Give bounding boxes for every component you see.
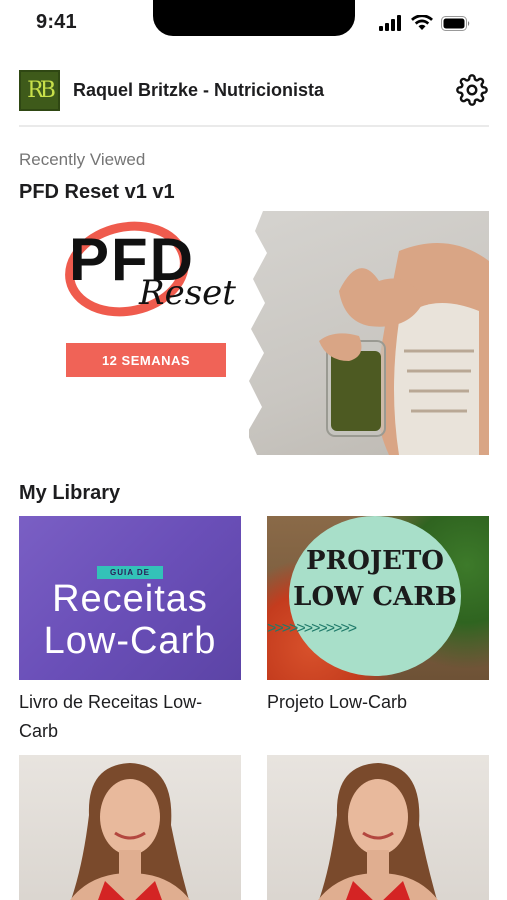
library-card[interactable]: PROJETO LOW CARB >>>>>>>>>>>> Projeto Lo… — [267, 516, 489, 717]
library-card-thumbnail — [267, 755, 489, 900]
logo-monogram: RB — [27, 77, 56, 103]
wifi-icon — [411, 15, 433, 30]
thumbnail-title-line: LOW CARB — [293, 582, 457, 612]
header-divider — [19, 125, 489, 127]
torn-paper-edge — [229, 211, 267, 455]
settings-button[interactable] — [455, 73, 489, 107]
battery-icon — [441, 15, 470, 31]
portrait-photo — [318, 763, 438, 900]
recent-item-banner[interactable]: PFD Reset 12 SEMANAS — [19, 211, 489, 455]
library-card[interactable] — [19, 755, 241, 900]
status-bar: 9:41 — [0, 0, 507, 48]
library-card-thumbnail: PROJETO LOW CARB >>>>>>>>>>>> — [267, 516, 489, 680]
recently-viewed-label: Recently Viewed — [19, 150, 146, 169]
library-card-title: Livro de Receitas Low-Carb — [19, 692, 203, 741]
library-card-thumbnail — [19, 755, 241, 900]
cellular-signal-icon — [379, 15, 401, 31]
library-card[interactable] — [267, 755, 489, 900]
library-title: My Library — [19, 482, 121, 504]
thumbnail-title-line: Receitas — [52, 578, 208, 620]
status-icons — [379, 15, 471, 31]
hero-badge: 12 SEMANAS — [66, 343, 226, 377]
portrait-photo — [70, 763, 190, 900]
arrows-decoration: >>>>>>>>>>>> — [267, 620, 357, 637]
library-card-title: Projeto Low-Carb — [267, 692, 408, 712]
library-card-thumbnail: GUIA DE Receitas Low-Carb — [19, 516, 241, 680]
page-title: Raquel Britzke - Nutricionista — [73, 79, 325, 100]
thumbnail-title-line: PROJETO — [306, 546, 444, 576]
library-card[interactable]: GUIA DE Receitas Low-Carb Livro de Recei… — [19, 516, 241, 746]
device-notch — [153, 0, 355, 36]
status-time: 9:41 — [36, 11, 77, 33]
gear-icon — [456, 74, 488, 106]
hero-script: Reset — [139, 273, 236, 313]
smoothie-photo-illustration — [319, 243, 489, 455]
hero-photo — [249, 211, 489, 455]
brand-logo: RB — [19, 69, 60, 111]
recent-item-title[interactable]: PFD Reset v1 v1 — [19, 181, 175, 204]
app-header: RB Raquel Britzke - Nutricionista — [19, 68, 489, 112]
thumbnail-title-line: Low-Carb — [43, 620, 217, 662]
